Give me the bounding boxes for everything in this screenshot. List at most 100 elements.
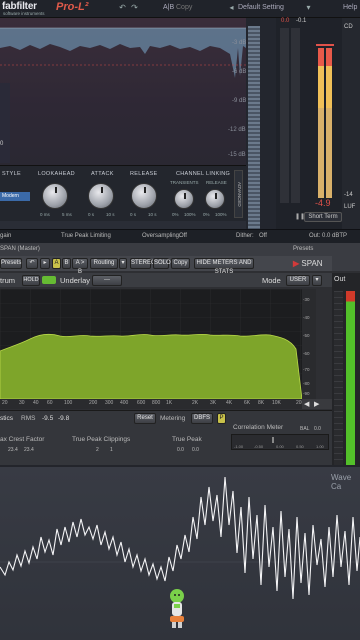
freq-tick: 100 [64, 400, 73, 406]
db-tick: -70 [303, 367, 310, 372]
loudness-panel: CD -14 LUF [342, 18, 360, 238]
freq-tick: 6K [244, 400, 251, 406]
limiter-controls: STYLE Modern LOOKAHEAD 0 ms 5 ms ATTACK … [0, 165, 246, 221]
pro-l2-status-bar: gain True Peak Limiting Oversampling: Of… [0, 229, 360, 243]
underlay-dropdown[interactable]: --- [92, 275, 122, 286]
oversampling-label: Oversampling: [142, 233, 181, 239]
input-meter-r [291, 28, 300, 203]
freq-tick: 1K [166, 400, 173, 406]
output-level: Out: 0.0 dBTP [309, 233, 348, 239]
correlation-indicator [272, 437, 274, 443]
style-label: STYLE [2, 171, 21, 177]
transients-max: 100% [184, 212, 196, 217]
preset-name[interactable]: Default Setting [238, 4, 284, 11]
routing-dropdown-icon[interactable]: ▾ [119, 258, 127, 269]
out-label: Out [334, 276, 346, 283]
frequency-axis: 20 30 40 60 100 200 300 400 600 800 1K 2… [0, 399, 316, 409]
preset-prev-icon[interactable]: ◂ [227, 3, 236, 12]
corr-tick: 1.00 [316, 444, 324, 449]
lookahead-knob[interactable] [42, 183, 68, 209]
input-meter-l [280, 28, 289, 203]
oversampling-value[interactable]: Off [179, 233, 187, 239]
spectrum-graph [0, 289, 303, 400]
cd-label: CD [344, 24, 353, 30]
rms-left: -9.5 [42, 415, 54, 422]
solo-button[interactable]: SOLO [153, 258, 171, 269]
copy-button[interactable]: Copy [176, 4, 192, 11]
ab-button[interactable]: A|B [163, 4, 174, 11]
meter-top-r: -0.1 [296, 18, 307, 24]
true-peak-left: 0.0 [177, 447, 184, 453]
output-meter-l [318, 48, 324, 198]
metering-dropdown[interactable]: DBFS [191, 413, 213, 424]
release-link-max: 100% [215, 212, 227, 217]
crest-factor-label: ax Crest Factor [0, 436, 45, 443]
routing-button[interactable]: Routing [90, 258, 118, 269]
p-button[interactable]: P [217, 413, 226, 424]
output-meter-r [326, 48, 332, 198]
preset-arrow-icon[interactable]: ▸ [40, 258, 50, 269]
true-peak-limiting-toggle[interactable]: True Peak Limiting [61, 233, 111, 239]
presets-button[interactable]: Presets [0, 258, 22, 269]
mode-dropdown[interactable]: USER [286, 275, 310, 286]
help-button[interactable]: Help [343, 4, 357, 11]
preset-menu-icon[interactable]: ▾ [304, 3, 313, 12]
limiter-waveform [0, 27, 246, 163]
attack-knob[interactable] [88, 183, 114, 209]
short-term-button[interactable]: Short Term [304, 212, 342, 222]
hide-meters-button[interactable]: HIDE METERS AND STATS [194, 258, 254, 275]
clippings-right: 1 [110, 447, 113, 453]
scroll-left-icon[interactable]: ◀ [304, 400, 309, 408]
b-button[interactable]: B [62, 258, 71, 269]
pro-l2-plugin: fabfilter software instruments Pro-L² ↶ … [0, 0, 360, 243]
span-output-meter [346, 291, 355, 465]
db-tick: -90 [303, 391, 310, 396]
status-gain[interactable]: gain [0, 233, 11, 239]
meter-top-l: 0.0 [281, 18, 290, 24]
undo-icon[interactable]: ↶ [26, 258, 38, 269]
corr-tick: 0.50 [296, 444, 304, 449]
stereo-button[interactable]: STEREO [130, 258, 156, 269]
metering-label: Metering [160, 415, 186, 422]
freq-tick: 3K [210, 400, 217, 406]
lufs-value: -14 [344, 192, 353, 198]
dither-value[interactable]: Off [259, 233, 267, 239]
style-selector[interactable]: Modern [0, 192, 30, 201]
scroll-right-icon[interactable]: ▶ [314, 400, 319, 408]
corr-tick: 0.00 [276, 444, 284, 449]
release-min: 0 s [130, 212, 137, 217]
advanced-toggle[interactable]: ADVANCED [234, 170, 243, 218]
release-link-min: 0% [203, 212, 210, 217]
lufs-label: LUF [344, 204, 356, 210]
transients-knob[interactable] [174, 189, 194, 209]
hold-button[interactable]: HOLD [22, 275, 40, 286]
hold-toggle[interactable] [42, 276, 56, 284]
bal-label: BAL [300, 426, 310, 432]
undo-icon[interactable]: ↶ [118, 3, 127, 12]
attack-max: 10 s [106, 212, 115, 217]
a-button[interactable]: A [52, 258, 61, 269]
transients-min: 0% [172, 212, 179, 217]
freq-tick: 2K [192, 400, 199, 406]
db-tick: -50 [303, 333, 310, 338]
crest-left: 23.4 [8, 447, 18, 453]
redo-icon[interactable]: ↷ [130, 3, 139, 12]
display-left-value: 0 [0, 141, 4, 147]
spectrum-scroll[interactable]: ◀ ▶ [302, 399, 332, 409]
fabfilter-logo-sub: software instruments [3, 11, 45, 16]
copy-button[interactable]: Copy [171, 258, 190, 269]
span-presets-menu[interactable]: Presets [293, 246, 313, 252]
pro-l2-header: fabfilter software instruments Pro-L² ↶ … [0, 0, 360, 18]
underlay-label: Underlay [60, 276, 91, 285]
bal-value: 0.0 [314, 426, 321, 432]
freq-tick: 4K [226, 400, 233, 406]
release-knob[interactable] [131, 183, 157, 209]
db-tick: -40 [303, 315, 310, 320]
mode-dropdown-icon[interactable]: ▾ [312, 275, 322, 286]
reset-button[interactable]: Reset [134, 413, 156, 424]
a-to-b-button[interactable]: A > B [72, 258, 88, 275]
release-link-knob[interactable] [205, 189, 225, 209]
span-plugin: SPAN (Master) Presets Presets ↶ ▸ A B A … [0, 243, 360, 465]
span-logo: ▶︎ SPAN [293, 259, 323, 268]
span-logo-text: SPAN [301, 259, 323, 268]
